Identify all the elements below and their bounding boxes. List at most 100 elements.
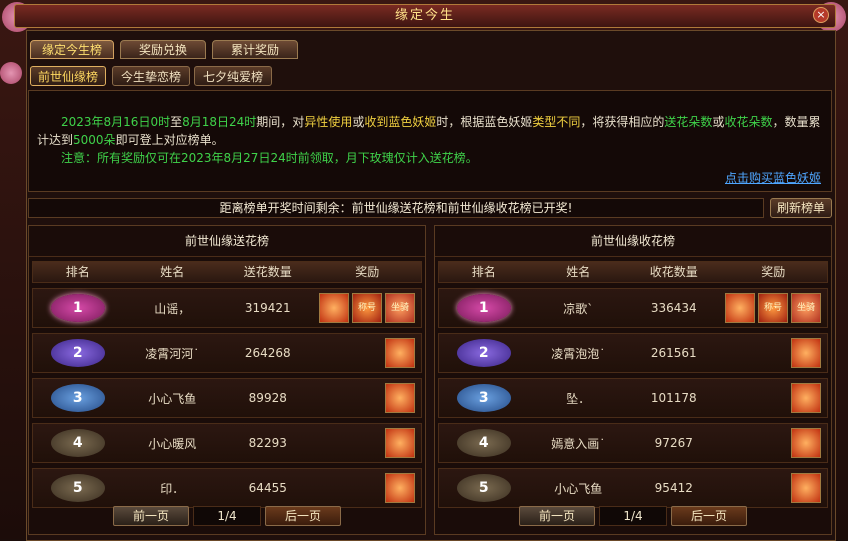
player-name: 小心飞鱼 [554, 481, 603, 496]
reward-badge-icon[interactable]: 坐骑 [385, 293, 415, 323]
reward-badge-icon[interactable]: 称号 [352, 293, 382, 323]
treasure-chest-icon[interactable] [791, 338, 821, 368]
rank-medal-icon: 4 [50, 429, 105, 457]
rank-medal-icon: 5 [50, 474, 105, 502]
reward-cell [720, 428, 827, 458]
pager: 前一页 1/4 后一页 [435, 506, 831, 526]
subtab-this-life[interactable]: 今生挚恋榜 [112, 66, 190, 86]
player-name: 小心暖风 [148, 436, 197, 451]
treasure-chest-icon[interactable] [725, 293, 755, 323]
rank-medal-icon: 5 [456, 474, 511, 502]
table-header: 排名 姓名 收花数量 奖励 [438, 261, 828, 283]
rank-medal-icon: 2 [50, 339, 105, 367]
prev-page-button[interactable]: 前一页 [113, 506, 189, 526]
header-rank: 排名 [65, 265, 90, 279]
title-bar: 缘定今生 × [14, 4, 836, 28]
notice-text: 或 [352, 115, 365, 129]
reward-cell [314, 428, 421, 458]
notice-highlight: 收花朵数 [724, 115, 773, 129]
table-row: 3 小心飞鱼 89928 [32, 378, 422, 418]
treasure-chest-icon[interactable] [385, 473, 415, 503]
flower-count: 89928 [248, 391, 287, 405]
tab-reward-exchange[interactable]: 奖励兑换 [120, 40, 206, 59]
rank-cell: 2 [33, 339, 123, 367]
subtab-past-life[interactable]: 前世仙缘榜 [30, 66, 106, 86]
header-rank: 排名 [471, 265, 496, 279]
notice-paragraph-2: 注意：所有奖励仅可在2023年8月27日24时前领取，月下玫瑰仅计入送花榜。 [61, 151, 478, 165]
player-name: 凌霄河河˙ [145, 346, 200, 361]
rank-cell: 4 [33, 429, 123, 457]
board-title: 前世仙缘送花榜 [29, 226, 425, 257]
table-header: 排名 姓名 送花数量 奖励 [32, 261, 422, 283]
reward-cell [314, 338, 421, 368]
table-row: 3 坠． 101178 [438, 378, 828, 418]
tab-cumulative-reward[interactable]: 累计奖励 [212, 40, 298, 59]
refresh-ranking-button[interactable]: 刷新榜单 [770, 198, 832, 218]
notice-text: 时，根据蓝色妖姬 [436, 115, 533, 129]
notice-date: 2023年8月16日0时 [61, 115, 171, 129]
header-reward: 奖励 [355, 265, 380, 279]
flower-count: 264268 [244, 346, 291, 360]
rank-cell: 2 [439, 339, 529, 367]
treasure-chest-icon[interactable] [385, 428, 415, 458]
treasure-chest-icon[interactable] [385, 338, 415, 368]
header-count: 送花数量 [243, 265, 292, 279]
notice-highlight: 送花朵数 [664, 115, 713, 129]
table-row: 1 山谣， 319421 称号 坐骑 [32, 288, 422, 328]
reward-badge-icon[interactable]: 坐骑 [791, 293, 821, 323]
flower-count: 97267 [654, 436, 693, 450]
table-row: 5 小心飞鱼 95412 [438, 468, 828, 508]
player-name: 凉歌ˋ [563, 301, 594, 316]
rank-medal-icon: 4 [456, 429, 511, 457]
flower-count: 95412 [654, 481, 693, 495]
header-reward: 奖励 [761, 265, 786, 279]
table-row: 2 凌霄河河˙ 264268 [32, 333, 422, 373]
rank-cell: 4 [439, 429, 529, 457]
treasure-chest-icon[interactable] [791, 383, 821, 413]
close-icon[interactable]: × [813, 7, 829, 23]
window-title: 缘定今生 [394, 8, 455, 23]
notice-text: 至 [170, 115, 183, 129]
notice-text: 期间，对 [256, 115, 305, 129]
tab-yuanding-ranking[interactable]: 缘定今生榜 [30, 40, 114, 59]
flower-count: 82293 [248, 436, 287, 450]
treasure-chest-icon[interactable] [791, 428, 821, 458]
prev-page-button[interactable]: 前一页 [519, 506, 595, 526]
reward-cell [720, 383, 827, 413]
receive-flower-board: 前世仙缘收花榜 排名 姓名 收花数量 奖励 1 凉歌ˋ 336434 称号 坐骑 2 凌霄泡… [434, 225, 832, 535]
page-indicator: 1/4 [599, 506, 667, 526]
countdown-banner: 距离榜单开奖时间剩余：前世仙缘送花榜和前世仙缘收花榜已开奖! [28, 198, 764, 218]
notice-text: 或 [712, 115, 725, 129]
reward-badge-icon[interactable]: 称号 [758, 293, 788, 323]
notice-highlight: 异性使用 [304, 115, 353, 129]
send-flower-board: 前世仙缘送花榜 排名 姓名 送花数量 奖励 1 山谣， 319421 称号 坐骑 2 凌霄河… [28, 225, 426, 535]
next-page-button[interactable]: 后一页 [671, 506, 747, 526]
rank-cell: 3 [439, 384, 529, 412]
flower-decoration-icon [0, 62, 22, 84]
event-notice: 2023年8月16日0时至8月18日24时期间，对异性使用或收到蓝色妖姬时，根据… [28, 90, 832, 192]
rank-medal-icon: 3 [50, 384, 105, 412]
notice-highlight: 类型不同 [532, 115, 581, 129]
player-name: 小心飞鱼 [148, 391, 197, 406]
notice-text: 即可登上对应榜单。 [115, 133, 224, 147]
rank-medal-icon: 1 [456, 294, 511, 322]
player-name: 嫣意入画˙ [551, 436, 606, 451]
subtab-qixi[interactable]: 七夕纯爱榜 [194, 66, 272, 86]
treasure-chest-icon[interactable] [385, 383, 415, 413]
flower-count: 336434 [650, 301, 697, 315]
next-page-button[interactable]: 后一页 [265, 506, 341, 526]
buy-blue-rose-link[interactable]: 点击购买蓝色妖姬 [725, 169, 821, 187]
notice-text: ，将获得相应的 [580, 115, 665, 129]
reward-cell [314, 473, 421, 503]
rank-medal-icon: 1 [50, 294, 105, 322]
header-count: 收花数量 [649, 265, 698, 279]
notice-paragraph-1: 2023年8月16日0时至8月18日24时期间，对异性使用或收到蓝色妖姬时，根据… [37, 113, 823, 149]
treasure-chest-icon[interactable] [791, 473, 821, 503]
table-row: 4 嫣意入画˙ 97267 [438, 423, 828, 463]
notice-date: 8月18日24时 [182, 115, 257, 129]
notice-highlight: 5000朵 [73, 133, 116, 147]
header-name: 姓名 [160, 265, 185, 279]
treasure-chest-icon[interactable] [319, 293, 349, 323]
rank-medal-icon: 3 [456, 384, 511, 412]
board-title: 前世仙缘收花榜 [435, 226, 831, 257]
